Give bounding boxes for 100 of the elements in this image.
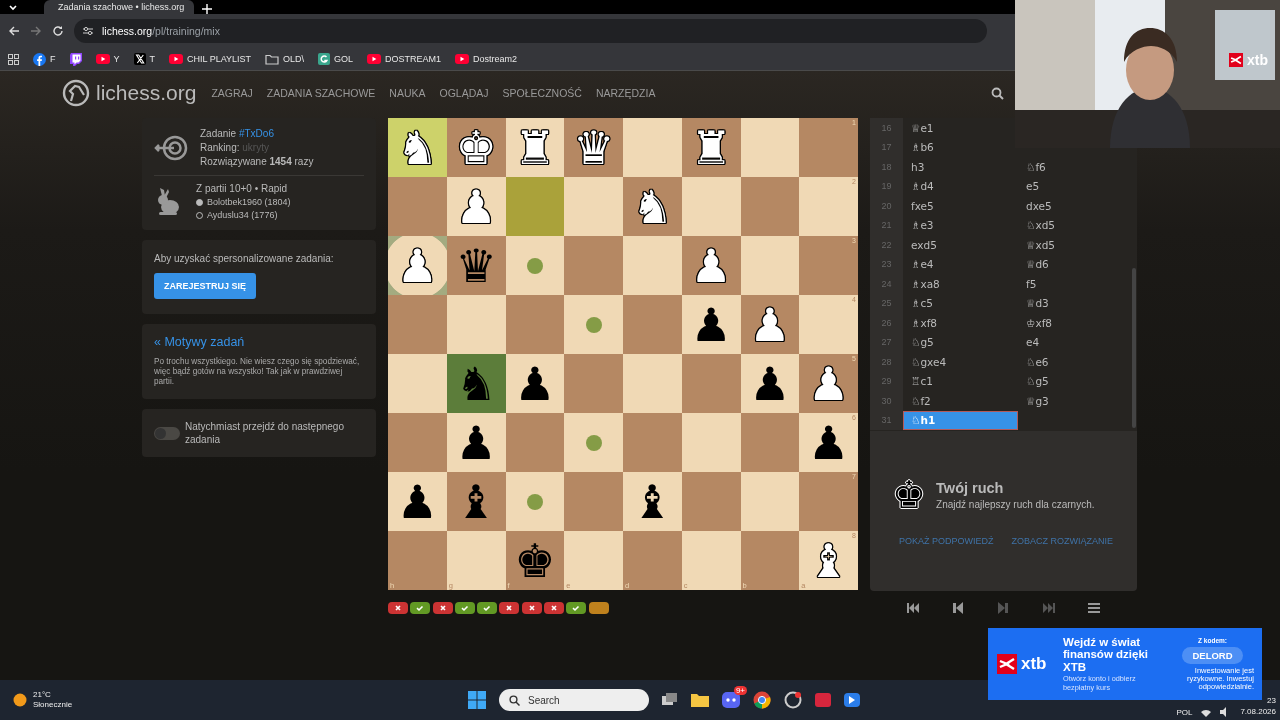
solved-puzzle-icon[interactable] (410, 602, 431, 615)
board-square[interactable]: ♟ (446, 413, 506, 472)
bookmark[interactable]: GOL (318, 53, 354, 65)
chess-piece[interactable]: ♞ (455, 360, 497, 407)
chess-piece[interactable]: ♝ (455, 478, 497, 525)
chrome-icon[interactable] (753, 691, 771, 709)
scrollbar[interactable] (1132, 268, 1136, 428)
failed-puzzle-icon[interactable] (388, 602, 408, 615)
move-cell[interactable]: ♕d3 (1018, 293, 1137, 313)
move-cell[interactable]: ♘xd5 (1018, 215, 1137, 235)
board-square[interactable]: ♝ (623, 472, 682, 531)
chess-piece[interactable]: ♚ (514, 537, 556, 584)
board-square[interactable] (505, 236, 565, 295)
board-square[interactable]: ♟ (681, 295, 741, 354)
move-cell[interactable]: ♗xa8 (903, 274, 1018, 294)
move-cell[interactable]: h3 (903, 157, 1018, 177)
board-square[interactable] (740, 413, 800, 472)
board-square[interactable]: ♛ (446, 236, 506, 295)
puzzle-link[interactable]: #TxDo6 (238, 128, 274, 139)
board-square[interactable]: ♟ (388, 472, 447, 531)
move-cell[interactable]: ♗xf8 (903, 313, 1018, 333)
nav-link[interactable]: NAUKA (389, 87, 426, 99)
search-field[interactable]: Search (499, 689, 649, 711)
board-square[interactable] (740, 472, 800, 531)
board-square[interactable]: ♝ (446, 472, 506, 531)
previous-move-icon[interactable] (951, 601, 966, 615)
move-cell[interactable]: ♘g5 (903, 332, 1018, 352)
chess-piece[interactable]: ♟ (690, 301, 732, 348)
ad-logo[interactable]: xtb (997, 654, 1055, 674)
bookmark[interactable]: CHIL PLAYLIST (169, 54, 252, 64)
move-cell[interactable]: ♘f6 (1018, 157, 1137, 177)
move-cell[interactable]: ♕d6 (1018, 254, 1137, 274)
bookmark[interactable]: OLD\ (265, 53, 305, 65)
move-cell[interactable]: ♕e1 (903, 118, 1018, 138)
address-bar[interactable]: lichess.org/pl/training/mix (74, 19, 987, 43)
nav-link[interactable]: OGLĄDAJ (439, 87, 489, 99)
nav-link[interactable]: ZADANIA SZACHOWE (266, 87, 376, 99)
player-name[interactable]: Ayduslu34 (1776) (196, 209, 291, 221)
bookmark[interactable] (69, 52, 82, 66)
language-indicator[interactable]: POL (1176, 708, 1193, 717)
board-square[interactable] (505, 295, 565, 354)
move-cell[interactable]: ♗e4 (903, 254, 1018, 274)
failed-puzzle-icon[interactable] (544, 602, 565, 615)
move-cell[interactable]: e5 (1018, 176, 1137, 196)
app-icon[interactable] (844, 691, 860, 709)
move-cell[interactable]: exd5 (903, 235, 1018, 255)
nav-link[interactable]: SPOŁECZNOŚĆ (502, 87, 582, 99)
board-square[interactable] (505, 472, 565, 531)
move-cell[interactable]: ♖c1 (903, 371, 1018, 391)
move-cell[interactable]: ♗c5 (903, 293, 1018, 313)
chess-piece[interactable]: ♟ (808, 419, 850, 466)
move-cell[interactable]: f5 (1018, 274, 1137, 294)
board-square[interactable]: ♟ (505, 354, 565, 413)
chess-piece[interactable]: ♟ (455, 419, 497, 466)
board-square[interactable]: ♟ (740, 354, 800, 413)
browser-tab[interactable]: Zadania szachowe • lichess.org (44, 0, 194, 14)
player-name[interactable]: Bolotbek1960 (1804) (196, 196, 291, 208)
solved-puzzle-icon[interactable] (454, 602, 475, 615)
bookmark[interactable]: Dostream2 (455, 54, 518, 64)
board-square[interactable] (740, 118, 800, 177)
new-tab-icon[interactable] (202, 4, 212, 14)
menu-icon[interactable] (1087, 601, 1102, 615)
reload-icon[interactable] (52, 25, 64, 37)
solved-puzzle-icon[interactable] (566, 602, 587, 615)
app-icon[interactable] (784, 691, 802, 709)
chess-piece[interactable]: ♝ (631, 478, 673, 525)
bookmark[interactable]: F (33, 52, 56, 66)
windows-start-icon[interactable] (468, 691, 486, 709)
board-square[interactable] (564, 413, 623, 472)
board-square[interactable]: ♞ (446, 354, 506, 413)
move-cell[interactable]: dxe5 (1018, 196, 1137, 216)
chess-piece[interactable]: ♟ (514, 360, 556, 407)
forward-icon[interactable] (30, 25, 42, 37)
board-square[interactable] (564, 295, 623, 354)
wifi-icon[interactable] (1201, 709, 1212, 717)
site-settings-icon[interactable] (82, 26, 94, 36)
current-puzzle-icon[interactable] (588, 602, 609, 615)
chess-piece[interactable]: ♟ (396, 478, 438, 525)
toggle-switch[interactable] (154, 426, 180, 440)
back-icon[interactable] (8, 25, 20, 37)
move-cell[interactable]: ♗d4 (903, 176, 1018, 196)
first-move-icon[interactable] (905, 601, 920, 615)
failed-puzzle-icon[interactable] (521, 602, 542, 615)
discord-icon[interactable] (722, 692, 740, 708)
nav-link[interactable]: ZAGRAJ (211, 87, 253, 99)
themes-link[interactable]: « Motywy zadań (154, 335, 364, 349)
move-cell[interactable]: ♔xf8 (1018, 313, 1137, 333)
move-cell[interactable]: ♘f2 (903, 391, 1018, 411)
chess-piece[interactable]: ♟ (749, 360, 791, 407)
clock[interactable]: 23 7.08.2026 (1240, 695, 1276, 717)
move-cell[interactable]: ♕xd5 (1018, 235, 1137, 255)
nav-link[interactable]: NARZĘDZIA (595, 87, 656, 99)
board-square[interactable] (505, 413, 565, 472)
board-square[interactable] (740, 236, 800, 295)
failed-puzzle-icon[interactable] (432, 602, 453, 615)
task-view-icon[interactable] (662, 693, 678, 707)
move-cell[interactable]: e4 (1018, 332, 1137, 352)
folder-icon[interactable] (691, 693, 709, 707)
move-cell[interactable]: ♗b6 (903, 137, 1018, 157)
move-cell[interactable]: ♘e6 (1018, 352, 1137, 372)
